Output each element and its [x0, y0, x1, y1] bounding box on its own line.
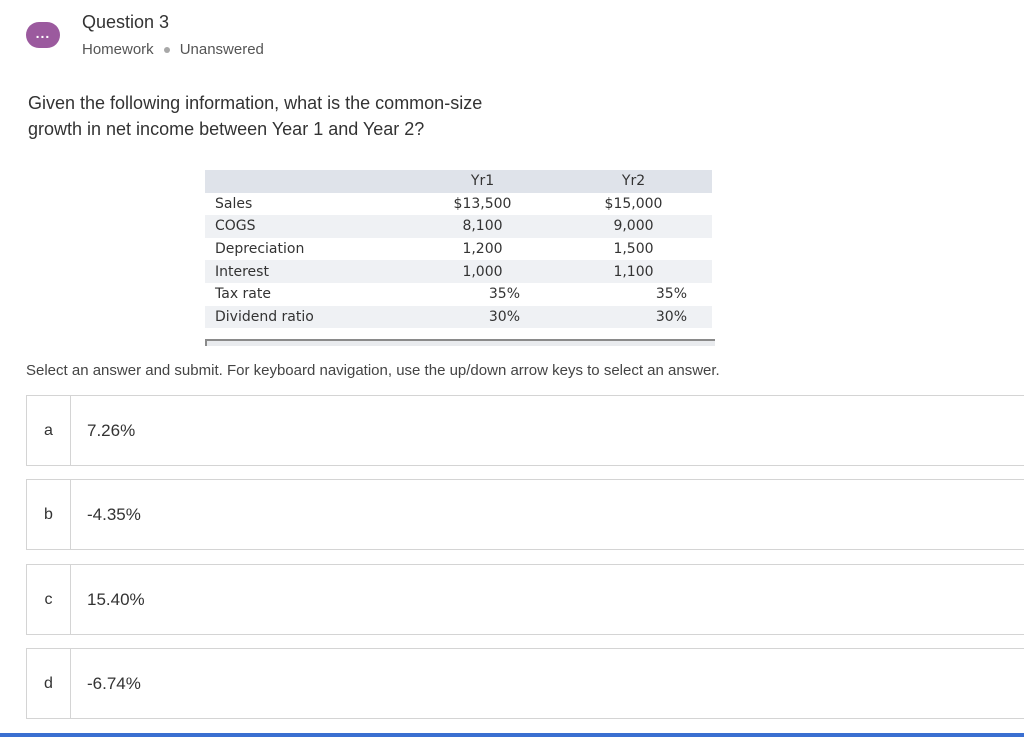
row-yr2: 1,500	[613, 241, 654, 258]
row-yr1: $13,500	[453, 195, 512, 212]
row-label: COGS	[215, 218, 256, 235]
row-yr1: 30%	[488, 308, 520, 325]
header-yr2: Yr2	[621, 173, 646, 190]
option-letter: a	[27, 396, 71, 465]
row-yr1: 1,000	[462, 263, 503, 280]
question-status: Unanswered	[179, 41, 264, 58]
table-row: Tax rate 35% 35%	[205, 283, 712, 306]
answer-option-d[interactable]: d -6.74%	[26, 648, 1024, 719]
row-label: Interest	[215, 263, 269, 280]
answer-option-b[interactable]: b -4.35%	[26, 479, 1024, 550]
prompt-line-1: Given the following information, what is…	[28, 93, 483, 113]
table-row: Interest 1,000 1,100	[205, 260, 712, 283]
separator-dot-icon	[163, 46, 170, 53]
ellipsis-icon[interactable]: ...	[26, 22, 60, 48]
question-title: Question 3	[82, 12, 170, 32]
row-label: Dividend ratio	[215, 308, 314, 325]
row-yr1: 1,200	[462, 241, 503, 258]
row-label: Depreciation	[215, 241, 305, 258]
table-bottom-border	[205, 339, 715, 346]
ellipsis-glyph: ...	[35, 25, 51, 41]
row-yr2: $15,000	[604, 195, 663, 212]
table-row: Depreciation 1,200 1,500	[205, 238, 712, 261]
table-row: Dividend ratio 30% 30%	[205, 305, 712, 329]
row-yr1: 8,100	[462, 218, 503, 235]
option-value: 15.40%	[87, 589, 145, 609]
prompt-line-2: growth in net income between Year 1 and …	[28, 119, 425, 139]
table-row: Sales $13,500 $15,000	[205, 193, 712, 216]
row-yr2: 1,100	[613, 263, 654, 280]
row-label: Sales	[215, 195, 253, 212]
row-yr2: 30%	[655, 308, 687, 325]
row-label: Tax rate	[215, 286, 271, 303]
question-prompt: Given the following information, what is…	[28, 90, 528, 142]
option-value: -6.74%	[87, 673, 141, 693]
header-yr1: Yr1	[470, 173, 495, 190]
row-yr1: 35%	[488, 286, 520, 303]
option-letter: d	[27, 649, 71, 718]
option-letter: c	[27, 565, 71, 634]
answer-instruction: Select an answer and submit. For keyboar…	[26, 362, 720, 379]
answer-option-a[interactable]: a 7.26%	[26, 395, 1024, 466]
row-yr2: 35%	[655, 286, 687, 303]
financial-table: Yr1 Yr2 Sales $13,500 $15,000 COGS 8,100…	[205, 170, 712, 329]
table-header-row: Yr1 Yr2	[205, 170, 712, 193]
row-yr2: 9,000	[613, 218, 654, 235]
option-value: 7.26%	[87, 420, 136, 440]
option-letter: b	[27, 480, 71, 549]
table-row: COGS 8,100 9,000	[205, 215, 712, 238]
option-value: -4.35%	[87, 504, 141, 524]
question-type: Homework	[82, 41, 154, 58]
question-page: ... Question 3 Homework Unanswered Given…	[0, 0, 1024, 737]
bottom-accent-bar	[0, 733, 1024, 737]
answer-option-c[interactable]: c 15.40%	[26, 564, 1024, 635]
question-meta: Homework Unanswered	[82, 41, 264, 58]
